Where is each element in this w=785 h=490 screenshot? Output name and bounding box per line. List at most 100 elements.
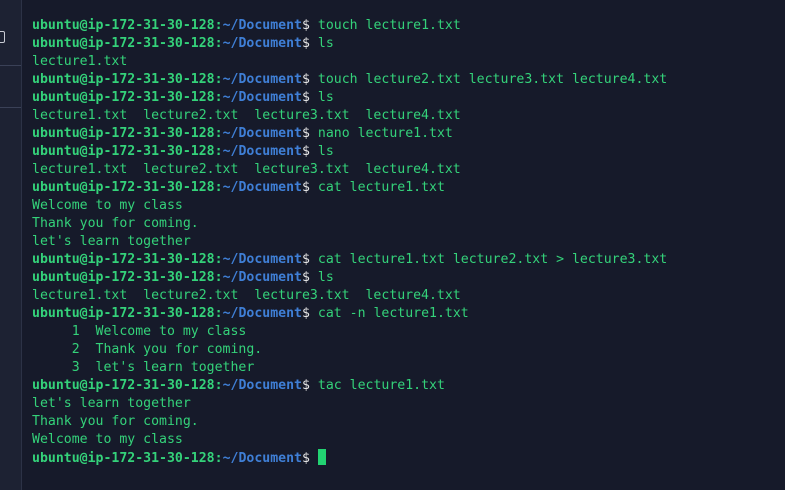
output-text: let's learn together xyxy=(32,234,191,249)
prompt-colon: : xyxy=(214,36,223,51)
prompt-user-host: ubuntu@ip-172-31-30-128 xyxy=(32,72,215,87)
output-text: Thank you for coming. xyxy=(32,216,199,231)
text-cursor[interactable] xyxy=(317,449,326,465)
prompt-line: ubuntu@ip-172-31-30-128:~/Document$ cat … xyxy=(32,305,777,323)
command-text: ls xyxy=(317,36,334,51)
prompt-colon: : xyxy=(214,90,223,105)
prompt-symbol: $ xyxy=(301,180,310,195)
prompt-colon: : xyxy=(214,378,223,393)
prompt-user-host: ubuntu@ip-172-31-30-128 xyxy=(32,18,215,33)
prompt-colon: : xyxy=(214,180,223,195)
prompt-line: ubuntu@ip-172-31-30-128:~/Document$ touc… xyxy=(32,71,777,89)
prompt-symbol: $ xyxy=(301,270,310,285)
prompt-line: ubuntu@ip-172-31-30-128:~/Document$ xyxy=(32,449,777,467)
prompt-colon: : xyxy=(214,72,223,87)
command-text: cat lecture1.txt xyxy=(317,180,445,195)
prompt-user-host: ubuntu@ip-172-31-30-128 xyxy=(32,90,215,105)
output-text: 2 Thank you for coming. xyxy=(32,342,263,357)
prompt-symbol: $ xyxy=(301,306,310,321)
prompt-user-host: ubuntu@ip-172-31-30-128 xyxy=(32,378,215,393)
output-text: Welcome to my class xyxy=(32,198,183,213)
prompt-colon: : xyxy=(214,18,223,33)
prompt-user-host: ubuntu@ip-172-31-30-128 xyxy=(32,144,215,159)
prompt-user-host: ubuntu@ip-172-31-30-128 xyxy=(32,306,215,321)
output-line: lecture1.txt lecture2.txt lecture3.txt l… xyxy=(32,287,777,305)
prompt-line: ubuntu@ip-172-31-30-128:~/Document$ ls xyxy=(32,89,777,107)
output-text: lecture1.txt lecture2.txt lecture3.txt l… xyxy=(32,288,461,303)
output-text: lecture1.txt lecture2.txt lecture3.txt l… xyxy=(32,162,461,177)
prompt-colon: : xyxy=(214,144,223,159)
output-line: let's learn together xyxy=(32,233,777,251)
prompt-symbol: $ xyxy=(301,90,310,105)
prompt-colon: : xyxy=(214,252,223,267)
command-text: nano lecture1.txt xyxy=(317,126,453,141)
output-line: Welcome to my class xyxy=(32,431,777,449)
prompt-colon: : xyxy=(214,306,223,321)
prompt-path: ~/Document xyxy=(222,144,302,159)
output-line: let's learn together xyxy=(32,395,777,413)
prompt-symbol: $ xyxy=(301,72,310,87)
output-text: 3 let's learn together xyxy=(32,360,255,375)
side-panel xyxy=(0,0,22,490)
prompt-symbol: $ xyxy=(301,36,310,51)
output-text: Thank you for coming. xyxy=(32,414,199,429)
prompt-path: ~/Document xyxy=(222,451,302,466)
output-text: lecture1.txt xyxy=(32,54,128,69)
prompt-path: ~/Document xyxy=(222,90,302,105)
output-text: 1 Welcome to my class xyxy=(32,324,247,339)
terminal-output[interactable]: ubuntu@ip-172-31-30-128:~/Document$ touc… xyxy=(32,17,777,467)
output-line: Thank you for coming. xyxy=(32,413,777,431)
prompt-path: ~/Document xyxy=(222,180,302,195)
prompt-path: ~/Document xyxy=(222,72,302,87)
prompt-symbol: $ xyxy=(301,18,310,33)
prompt-symbol: $ xyxy=(301,378,310,393)
prompt-symbol: $ xyxy=(301,252,310,267)
command-text: touch lecture1.txt xyxy=(317,18,461,33)
prompt-path: ~/Document xyxy=(222,18,302,33)
prompt-path: ~/Document xyxy=(222,306,302,321)
output-line: lecture1.txt lecture2.txt lecture3.txt l… xyxy=(32,161,777,179)
output-line: 1 Welcome to my class xyxy=(32,323,777,341)
side-divider xyxy=(0,65,21,66)
prompt-colon: : xyxy=(214,451,223,466)
prompt-line: ubuntu@ip-172-31-30-128:~/Document$ cat … xyxy=(32,251,777,269)
prompt-symbol: $ xyxy=(301,451,310,466)
command-text: tac lecture1.txt xyxy=(317,378,445,393)
prompt-line: ubuntu@ip-172-31-30-128:~/Document$ touc… xyxy=(32,17,777,35)
prompt-line: ubuntu@ip-172-31-30-128:~/Document$ ls xyxy=(32,35,777,53)
command-text: cat lecture1.txt lecture2.txt > lecture3… xyxy=(317,252,668,267)
side-divider xyxy=(0,107,21,108)
prompt-colon: : xyxy=(214,270,223,285)
prompt-path: ~/Document xyxy=(222,252,302,267)
prompt-path: ~/Document xyxy=(222,126,302,141)
output-text: let's learn together xyxy=(32,396,191,411)
prompt-line: ubuntu@ip-172-31-30-128:~/Document$ nano… xyxy=(32,125,777,143)
prompt-line: ubuntu@ip-172-31-30-128:~/Document$ cat … xyxy=(32,179,777,197)
output-line: lecture1.txt lecture2.txt lecture3.txt l… xyxy=(32,107,777,125)
output-line: 2 Thank you for coming. xyxy=(32,341,777,359)
prompt-user-host: ubuntu@ip-172-31-30-128 xyxy=(32,451,215,466)
prompt-line: ubuntu@ip-172-31-30-128:~/Document$ tac … xyxy=(32,377,777,395)
command-text: ls xyxy=(317,90,334,105)
command-text: ls xyxy=(317,144,334,159)
prompt-colon: : xyxy=(214,126,223,141)
command-text: touch lecture2.txt lecture3.txt lecture4… xyxy=(317,72,668,87)
prompt-line: ubuntu@ip-172-31-30-128:~/Document$ ls xyxy=(32,143,777,161)
output-line: lecture1.txt xyxy=(32,53,777,71)
prompt-path: ~/Document xyxy=(222,270,302,285)
prompt-user-host: ubuntu@ip-172-31-30-128 xyxy=(32,270,215,285)
prompt-symbol: $ xyxy=(301,126,310,141)
output-line: Thank you for coming. xyxy=(32,215,777,233)
output-text: Welcome to my class xyxy=(32,432,183,447)
prompt-path: ~/Document xyxy=(222,378,302,393)
prompt-symbol: $ xyxy=(301,144,310,159)
command-text: cat -n lecture1.txt xyxy=(317,306,469,321)
output-line: 3 let's learn together xyxy=(32,359,777,377)
terminal-window[interactable]: ubuntu@ip-172-31-30-128:~/Document$ touc… xyxy=(0,0,785,490)
prompt-user-host: ubuntu@ip-172-31-30-128 xyxy=(32,252,215,267)
window-icon[interactable] xyxy=(0,31,5,43)
prompt-line: ubuntu@ip-172-31-30-128:~/Document$ ls xyxy=(32,269,777,287)
prompt-path: ~/Document xyxy=(222,36,302,51)
output-text: lecture1.txt lecture2.txt lecture3.txt l… xyxy=(32,108,461,123)
prompt-user-host: ubuntu@ip-172-31-30-128 xyxy=(32,180,215,195)
